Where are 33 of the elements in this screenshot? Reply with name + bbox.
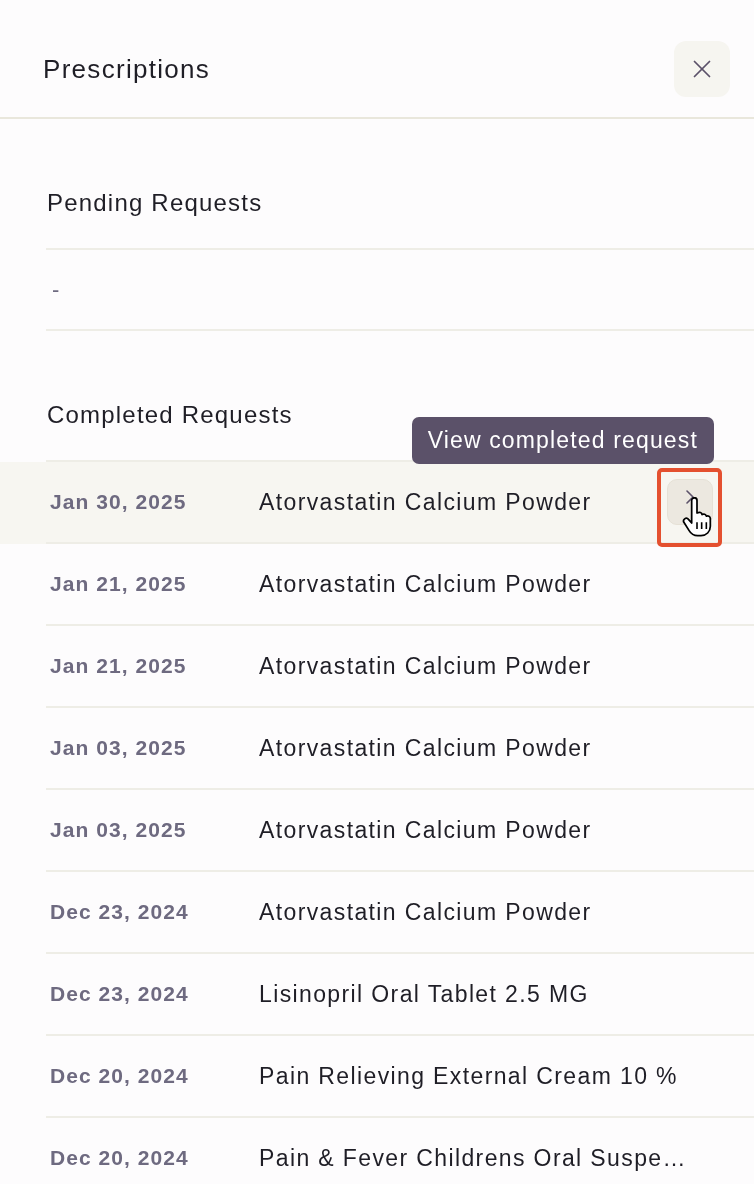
medication-name: Lisinopril Oral Tablet 2.5 MG xyxy=(259,979,589,1009)
medication-name: Atorvastatin Calcium Powder xyxy=(259,569,592,599)
request-row[interactable]: Dec 20, 2024 Pain Relieving External Cream 10 % xyxy=(0,1036,754,1118)
request-row[interactable]: Dec 23, 2024 Atorvastatin Calcium Powder xyxy=(0,872,754,954)
empty-state-text: - xyxy=(52,276,60,304)
section-heading: Pending Requests xyxy=(47,189,263,217)
request-date: Dec 20, 2024 xyxy=(50,1145,190,1172)
medication-name: Atorvastatin Calcium Powder xyxy=(259,897,592,927)
request-date: Jan 30, 2025 xyxy=(50,489,188,516)
request-row[interactable]: Jan 21, 2025 Atorvastatin Calcium Powder xyxy=(0,626,754,708)
medication-name: Atorvastatin Calcium Powder xyxy=(259,651,592,681)
request-date: Dec 20, 2024 xyxy=(50,1063,190,1090)
medication-name: Pain Relieving External Cream 10 % xyxy=(259,1061,678,1091)
medication-name: Atorvastatin Calcium Powder xyxy=(259,487,592,517)
request-date: Jan 03, 2025 xyxy=(50,817,188,844)
request-row[interactable]: Jan 03, 2025 Atorvastatin Calcium Powder xyxy=(0,708,754,790)
medication-name: Pain & Fever Childrens Oral Suspe… xyxy=(259,1143,687,1173)
request-date: Jan 03, 2025 xyxy=(50,735,188,762)
close-button[interactable] xyxy=(674,41,730,97)
panel-title: Prescriptions xyxy=(43,53,211,85)
request-row[interactable]: Jan 21, 2025 Atorvastatin Calcium Powder xyxy=(0,544,754,626)
medication-name: Atorvastatin Calcium Powder xyxy=(259,733,592,763)
request-date: Jan 21, 2025 xyxy=(50,571,188,598)
request-date: Dec 23, 2024 xyxy=(50,899,190,926)
request-row[interactable]: Dec 23, 2024 Lisinopril Oral Tablet 2.5 MG xyxy=(0,954,754,1036)
tooltip: View completed request xyxy=(411,417,714,464)
request-row[interactable]: Dec 20, 2024 Pain & Fever Childrens Oral Suspe… xyxy=(0,1118,754,1184)
medication-name: Atorvastatin Calcium Powder xyxy=(259,815,592,845)
request-date: Jan 21, 2025 xyxy=(50,653,188,680)
hand-cursor-icon xyxy=(682,497,712,537)
request-date: Dec 23, 2024 xyxy=(50,981,190,1008)
request-row[interactable]: Jan 03, 2025 Atorvastatin Calcium Powder xyxy=(0,790,754,872)
chevron-right-icon xyxy=(686,490,694,504)
